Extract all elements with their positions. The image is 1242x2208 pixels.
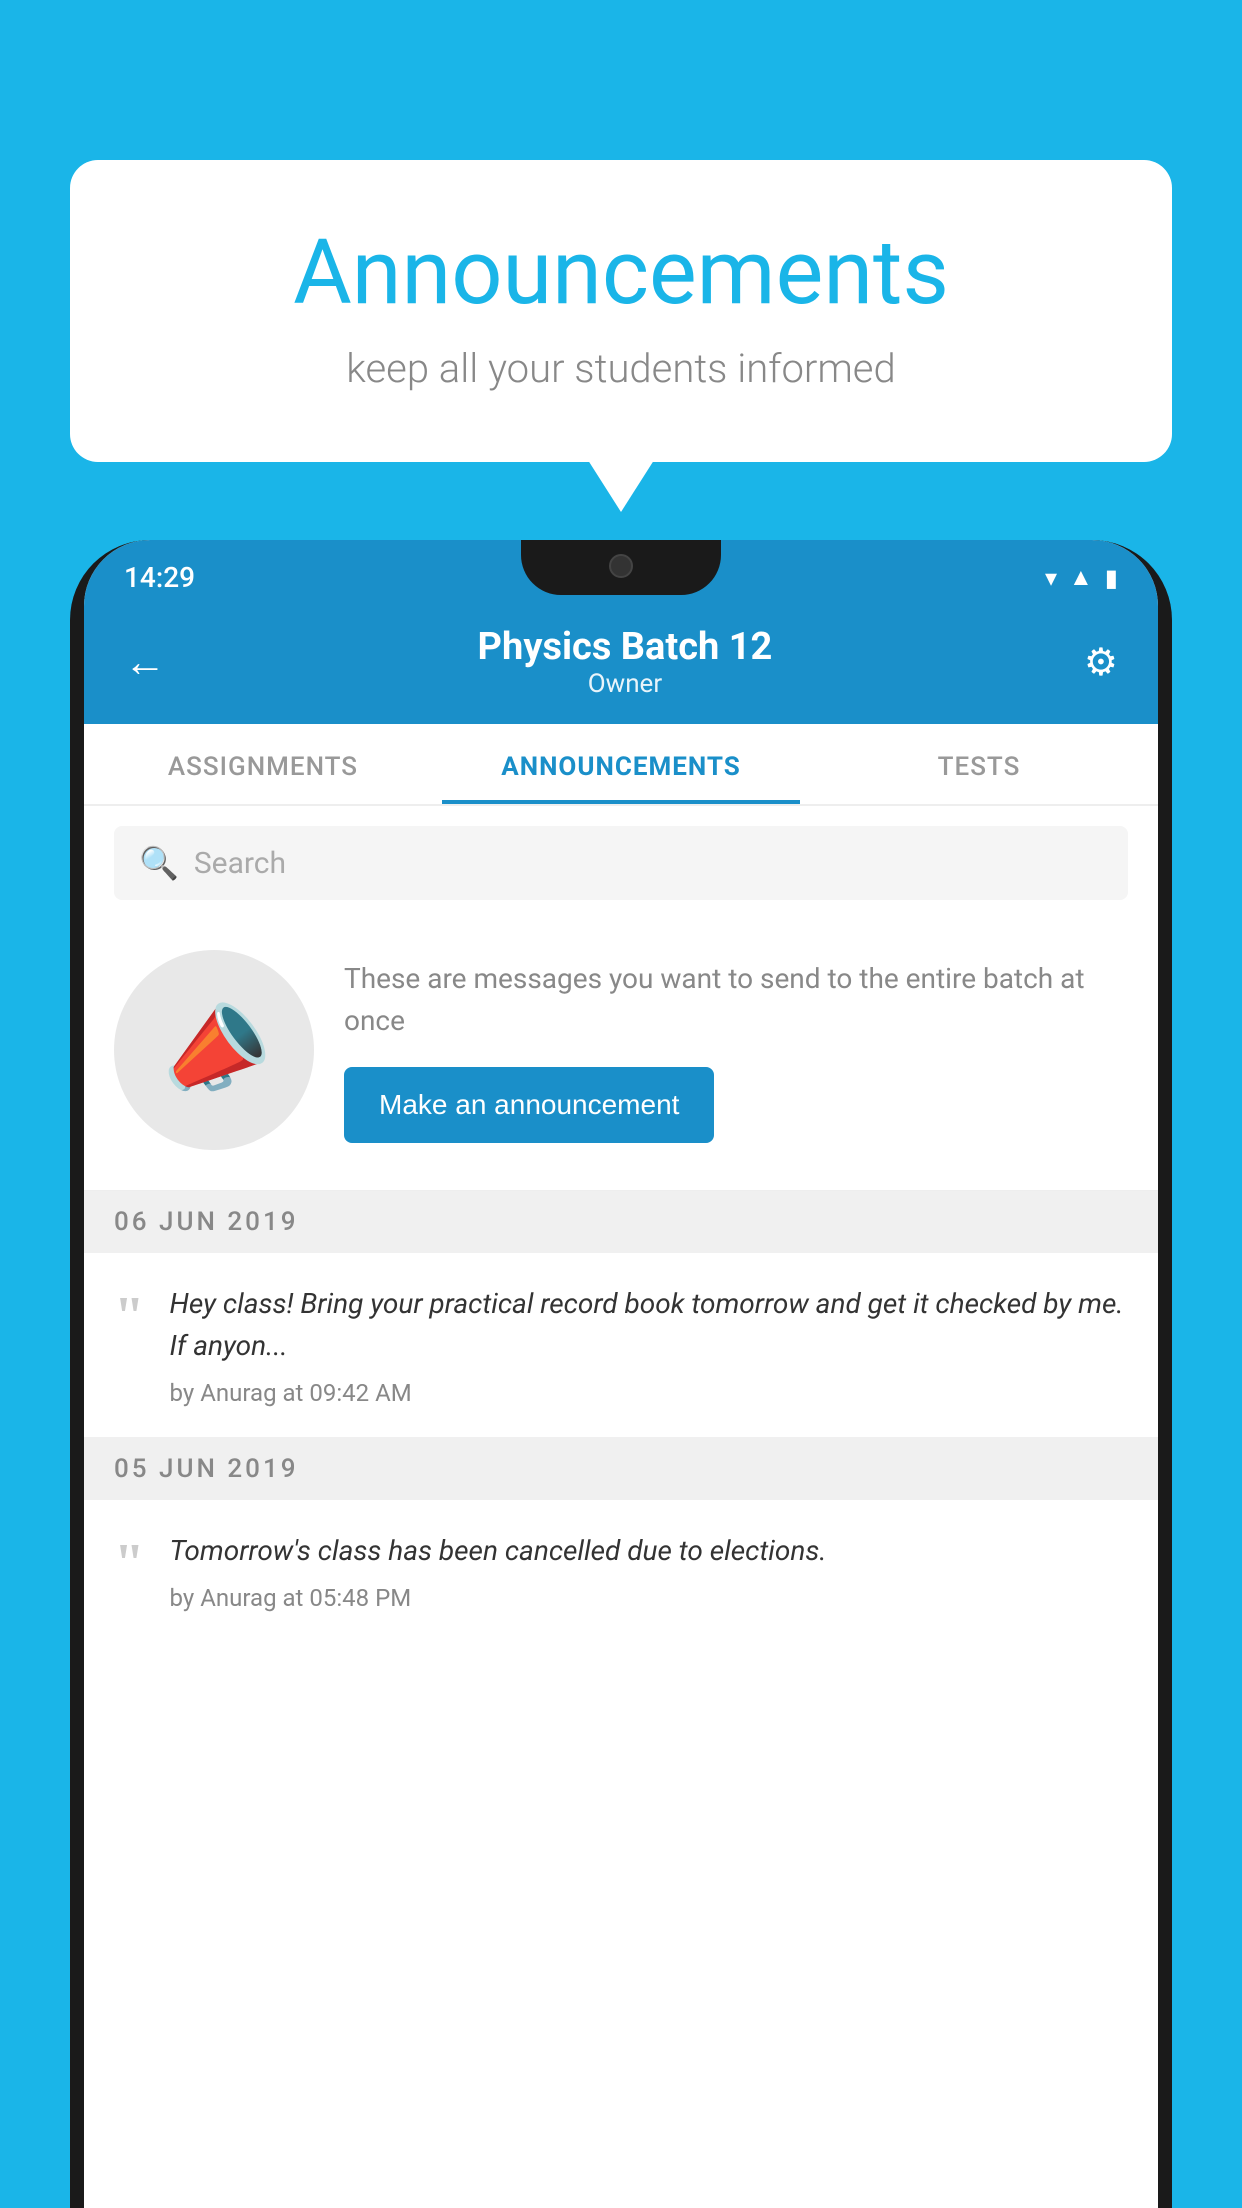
promo-section: 📣 These are messages you want to send to…: [84, 920, 1158, 1191]
battery-icon: ▮: [1105, 564, 1118, 592]
tab-assignments[interactable]: ASSIGNMENTS: [84, 724, 442, 804]
header-title: Physics Batch 12: [166, 625, 1084, 669]
search-input-placeholder[interactable]: Search: [194, 846, 286, 881]
bubble-subtitle: keep all your students informed: [150, 345, 1092, 392]
announcement-content-1: Hey class! Bring your practical record b…: [170, 1283, 1128, 1407]
signal-icon: ▲: [1069, 563, 1093, 592]
quote-icon-2: ": [114, 1535, 145, 1590]
date-divider-1: 06 JUN 2019: [84, 1191, 1158, 1253]
announcement-meta-1: by Anurag at 09:42 AM: [170, 1379, 1128, 1407]
search-container: 🔍 Search: [84, 806, 1158, 920]
header-center: Physics Batch 12 Owner: [166, 625, 1084, 699]
make-announcement-button[interactable]: Make an announcement: [344, 1067, 714, 1143]
quote-icon-1: ": [114, 1288, 145, 1343]
promo-content: These are messages you want to send to t…: [344, 958, 1128, 1143]
bubble-title: Announcements: [150, 220, 1092, 325]
search-bar[interactable]: 🔍 Search: [114, 826, 1128, 900]
announcement-meta-2: by Anurag at 05:48 PM: [170, 1584, 1128, 1612]
app-header: ← Physics Batch 12 Owner ⚙: [84, 605, 1158, 724]
status-icons: ▾ ▲ ▮: [1045, 563, 1118, 592]
tabs-container: ASSIGNMENTS ANNOUNCEMENTS TESTS: [84, 724, 1158, 806]
announcement-text-1: Hey class! Bring your practical record b…: [170, 1283, 1128, 1367]
announcement-content-2: Tomorrow's class has been cancelled due …: [170, 1530, 1128, 1612]
promo-description: These are messages you want to send to t…: [344, 958, 1128, 1042]
announcement-text-2: Tomorrow's class has been cancelled due …: [170, 1530, 1128, 1572]
promo-icon-circle: 📣: [114, 950, 314, 1150]
tab-tests[interactable]: TESTS: [800, 724, 1158, 804]
phone-frame: 14:29 ▾ ▲ ▮ ← Physics Batch 12 Owner ⚙ A…: [70, 540, 1172, 2208]
megaphone-icon: 📣: [146, 985, 281, 1115]
status-time: 14:29: [124, 561, 195, 594]
announcement-item-1: " Hey class! Bring your practical record…: [84, 1253, 1158, 1438]
wifi-icon: ▾: [1045, 564, 1057, 592]
phone-camera: [609, 554, 633, 578]
announcement-item-2: " Tomorrow's class has been cancelled du…: [84, 1500, 1158, 1642]
tab-announcements[interactable]: ANNOUNCEMENTS: [442, 724, 800, 804]
date-divider-2: 05 JUN 2019: [84, 1438, 1158, 1500]
phone-screen: 14:29 ▾ ▲ ▮ ← Physics Batch 12 Owner ⚙ A…: [84, 540, 1158, 2208]
phone-notch: [521, 540, 721, 595]
speech-bubble-section: Announcements keep all your students inf…: [70, 160, 1172, 462]
gear-icon[interactable]: ⚙: [1084, 640, 1118, 685]
search-icon: 🔍: [139, 844, 179, 882]
header-subtitle: Owner: [166, 669, 1084, 699]
speech-bubble: Announcements keep all your students inf…: [70, 160, 1172, 462]
back-button[interactable]: ←: [124, 638, 166, 687]
